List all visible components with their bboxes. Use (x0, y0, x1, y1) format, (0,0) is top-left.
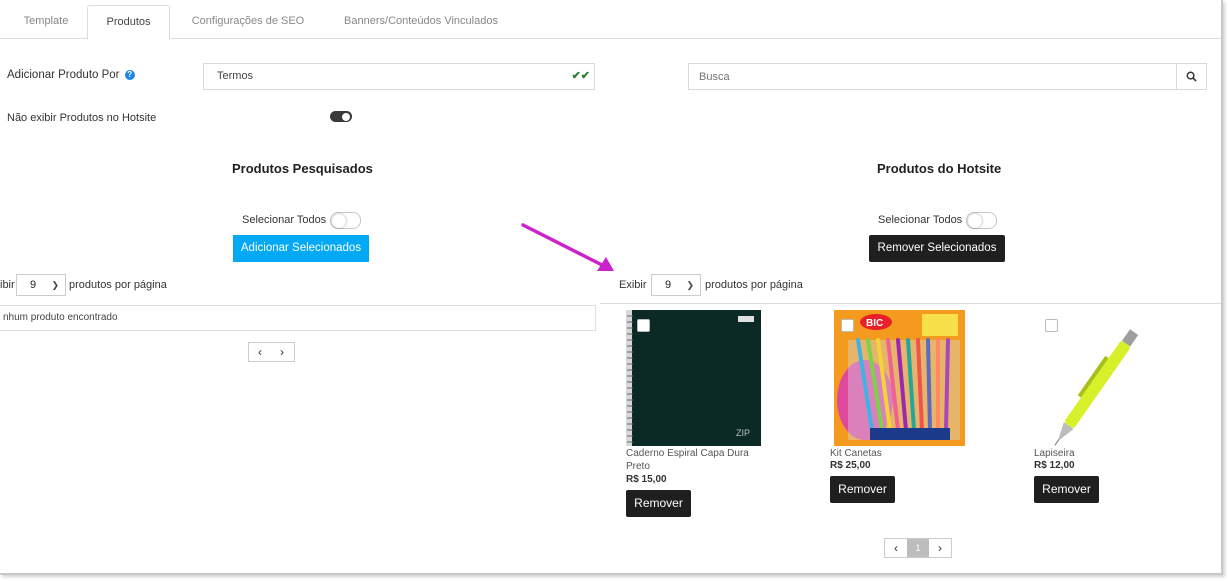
right-per-page-select[interactable]: 9 ❯ (651, 274, 701, 296)
pens-brand-text: BIC (866, 318, 883, 329)
right-select-all-toggle[interactable] (966, 212, 997, 229)
left-per-page-value: 9 (30, 279, 37, 291)
product-checkbox[interactable] (1045, 319, 1058, 332)
left-per-page-suffix: produtos por página (69, 279, 167, 291)
add-by-label: Adicionar Produto Por ? (7, 69, 135, 81)
product-price: R$ 12,00 (1034, 460, 1075, 471)
add-by-label-text: Adicionar Produto Por (7, 69, 120, 81)
product-price: R$ 15,00 (626, 474, 667, 485)
empty-results-row: nhum produto encontrado (0, 305, 596, 331)
empty-message: nhum produto encontrado (3, 312, 118, 323)
search-button[interactable] (1177, 63, 1207, 90)
tab-bar: Template Produtos Configurações de SEO B… (0, 0, 1221, 40)
hide-products-label: Não exibir Produtos no Hotsite (7, 112, 157, 124)
next-page-button[interactable]: › (929, 539, 951, 557)
hide-products-toggle[interactable] (330, 111, 352, 122)
right-select-all-label: Selecionar Todos (878, 214, 963, 226)
remove-product-button[interactable]: Remover (830, 476, 895, 503)
search-input[interactable] (688, 63, 1177, 90)
remove-selected-button[interactable]: Remover Selecionados (869, 235, 1005, 262)
right-per-page-suffix: produtos por página (705, 279, 803, 291)
notebook-cover-text: ZIP (736, 428, 750, 438)
product-checkbox[interactable] (841, 319, 854, 332)
chevron-down-icon: ❯ (51, 280, 59, 290)
hotsite-products-title: Produtos do Hotsite (877, 161, 1002, 176)
annotation-arrow-icon (521, 223, 614, 271)
tab-seo[interactable]: Configurações de SEO (178, 5, 318, 39)
product-name: Lapiseira (1034, 448, 1075, 459)
search-icon (1186, 71, 1197, 82)
remove-product-button[interactable]: Remover (1034, 476, 1099, 503)
product-name: Kit Canetas (830, 448, 882, 459)
help-icon[interactable]: ? (124, 70, 135, 80)
right-pagination: ‹ 1 › (884, 538, 952, 558)
remove-product-button[interactable]: Remover (626, 490, 691, 517)
tab-template[interactable]: Template (5, 5, 87, 39)
valid-check-icon: ✔✔ (571, 70, 590, 82)
add-by-select[interactable]: Termos ✔✔ (203, 63, 595, 90)
product-name: Caderno Espiral Capa Dura Preto (626, 448, 749, 472)
left-per-page-select[interactable]: 9 ❯ (16, 274, 66, 296)
product-checkbox[interactable] (637, 319, 650, 332)
tab-produtos[interactable]: Produtos (87, 5, 170, 40)
next-page-button[interactable]: › (271, 343, 293, 361)
page-number-button[interactable]: 1 (907, 539, 929, 557)
searched-products-title: Produtos Pesquisados (232, 161, 373, 176)
left-select-all-label: Selecionar Todos (242, 214, 327, 226)
chevron-down-icon: ❯ (686, 280, 694, 290)
add-selected-button[interactable]: Adicionar Selecionados (233, 235, 369, 262)
tab-banners[interactable]: Banners/Conteúdos Vinculados (326, 5, 516, 39)
prev-page-button[interactable]: ‹ (885, 539, 907, 557)
product-price: R$ 25,00 (830, 460, 871, 471)
prev-page-button[interactable]: ‹ (249, 343, 271, 361)
left-show-label: ibir (0, 279, 15, 291)
divider (600, 303, 1221, 304)
add-by-value: Termos (217, 70, 254, 82)
left-pagination: ‹ › (248, 342, 295, 362)
hotsite-editor-panel: Template Produtos Configurações de SEO B… (0, 0, 1223, 575)
left-select-all-toggle[interactable] (330, 212, 361, 229)
right-per-page-value: 9 (665, 279, 672, 291)
right-show-label: Exibir (619, 279, 647, 291)
